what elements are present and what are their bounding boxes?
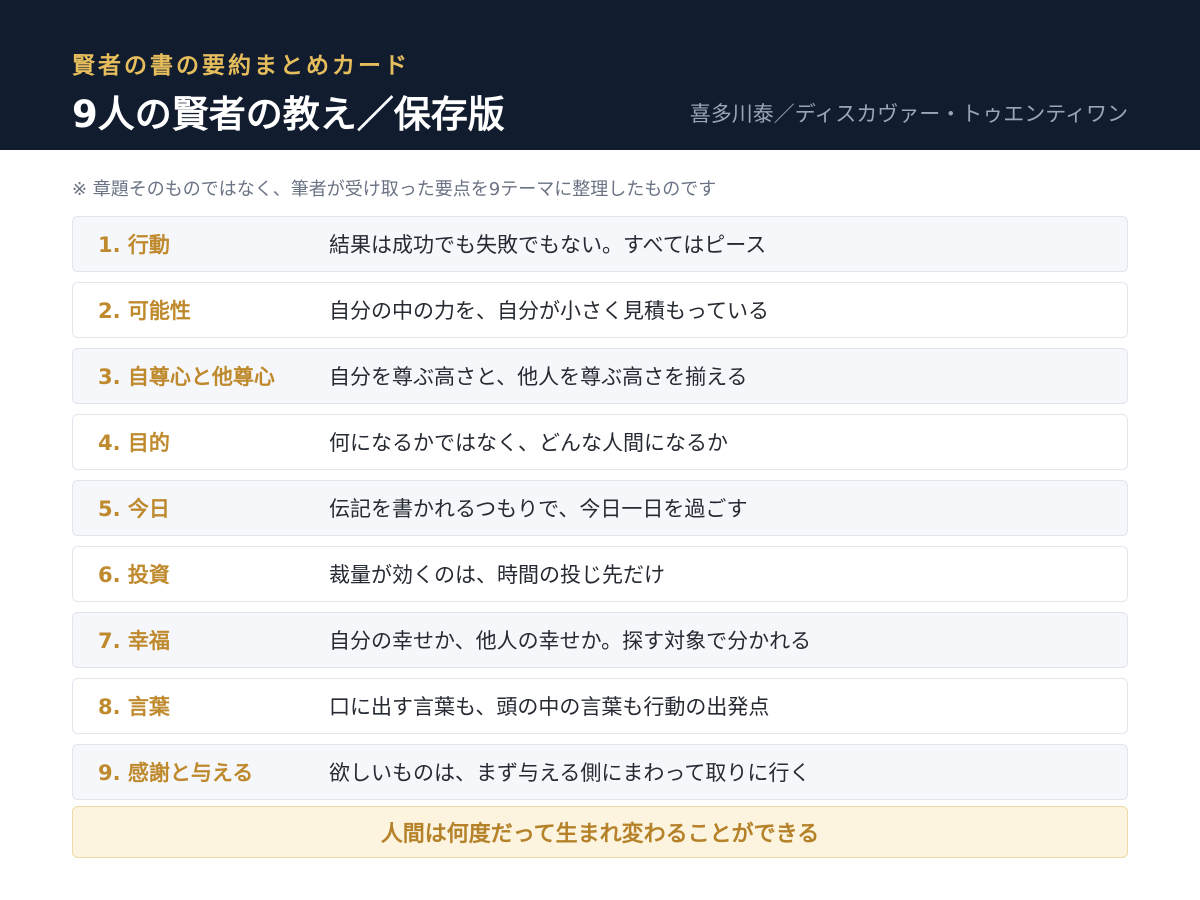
item-label: 2. 可能性 (98, 299, 191, 323)
item-label: 7. 幸福 (98, 629, 170, 653)
list-item: 2. 可能性 自分の中の力を、自分が小さく見積もっている (72, 282, 1128, 338)
item-label: 8. 言葉 (98, 695, 170, 719)
item-text: 伝記を書かれるつもりで、今日一日を過ごす (329, 497, 748, 521)
item-text: 欲しいものは、まず与える側にまわって取りに行く (329, 761, 811, 785)
teaching-list: 1. 行動 結果は成功でも失敗でもない。すべてはピース 2. 可能性 自分の中の… (72, 216, 1128, 810)
list-item: 8. 言葉 口に出す言葉も、頭の中の言葉も行動の出発点 (72, 678, 1128, 734)
item-text: 裁量が効くのは、時間の投じ先だけ (329, 563, 665, 587)
item-text: 自分を尊ぶ高さと、他人を尊ぶ高さを揃える (329, 365, 748, 389)
list-item: 4. 目的 何になるかではなく、どんな人間になるか (72, 414, 1128, 470)
item-text: 何になるかではなく、どんな人間になるか (329, 431, 728, 455)
page-title: 9人の賢者の教え／保存版 (72, 93, 505, 136)
item-label: 5. 今日 (98, 497, 170, 521)
item-label: 3. 自尊心と他尊心 (98, 365, 275, 389)
author-publisher: 喜多川泰／ディスカヴァー・トゥエンティワン (689, 102, 1128, 126)
item-text: 自分の中の力を、自分が小さく見積もっている (329, 299, 769, 323)
list-item: 5. 今日 伝記を書かれるつもりで、今日一日を過ごす (72, 480, 1128, 536)
closing-message: 人間は何度だって生まれ変わることができる (72, 806, 1128, 858)
item-label: 9. 感謝と与える (98, 761, 254, 785)
item-text: 自分の幸せか、他人の幸せか。探す対象で分かれる (329, 629, 812, 653)
list-item: 9. 感謝と与える 欲しいものは、まず与える側にまわって取りに行く (72, 744, 1128, 800)
list-item: 1. 行動 結果は成功でも失敗でもない。すべてはピース (72, 216, 1128, 272)
list-item: 7. 幸福 自分の幸せか、他人の幸せか。探す対象で分かれる (72, 612, 1128, 668)
summary-note: ※ 章題そのものではなく、筆者が受け取った要点を9テーマに整理したものです (72, 179, 717, 200)
header-banner: 賢者の書の要約まとめカード 9人の賢者の教え／保存版 喜多川泰／ディスカヴァー・… (0, 0, 1200, 150)
item-label: 6. 投資 (98, 563, 170, 587)
card-eyebrow: 賢者の書の要約まとめカード (72, 53, 410, 79)
item-text: 口に出す言葉も、頭の中の言葉も行動の出発点 (329, 695, 770, 719)
item-label: 4. 目的 (98, 431, 170, 455)
list-item: 3. 自尊心と他尊心 自分を尊ぶ高さと、他人を尊ぶ高さを揃える (72, 348, 1128, 404)
item-label: 1. 行動 (98, 233, 170, 257)
list-item: 6. 投資 裁量が効くのは、時間の投じ先だけ (72, 546, 1128, 602)
item-text: 結果は成功でも失敗でもない。すべてはピース (329, 233, 767, 257)
